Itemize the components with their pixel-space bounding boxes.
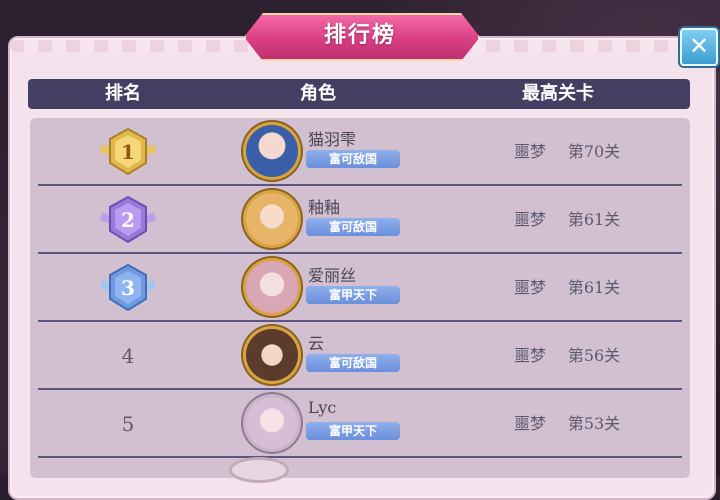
table-row[interactable]: 4 云 富可敌国 噩梦 第56关: [30, 322, 690, 390]
page-title: 排行榜: [323, 22, 396, 48]
stage-mode: 噩梦: [513, 278, 546, 297]
rank-number: 4: [121, 344, 135, 368]
stage-mode: 噩梦: [513, 414, 546, 433]
table-row[interactable]: 2 釉釉 富可敌国 噩梦 第61关: [30, 186, 690, 254]
player-name: Lyc: [308, 398, 337, 417]
avatar[interactable]: [246, 329, 298, 381]
table-row[interactable]: 5 Lyc 富甲天下 噩梦 第53关: [30, 390, 690, 458]
rank-number: 5: [121, 412, 135, 436]
player-name: 爱丽丝: [308, 266, 357, 285]
stage-mode: 噩梦: [513, 346, 546, 365]
gold-medal-icon: 1: [100, 127, 156, 176]
title-badge: 富可敌国: [306, 150, 400, 168]
title-badge: 富甲天下: [306, 286, 400, 304]
header-stage: 最高关卡: [522, 83, 594, 104]
title-badge: 富可敌国: [306, 354, 400, 372]
next-row-avatar-peek: [232, 460, 286, 480]
title-badge: 富可敌国: [306, 218, 400, 236]
table-row[interactable]: 3 爱丽丝 富甲天下 噩梦 第61关: [30, 254, 690, 322]
rank-number: 2: [121, 208, 135, 232]
stage-mode: 噩梦: [513, 142, 546, 161]
avatar[interactable]: [246, 193, 298, 245]
ranking-list[interactable]: 1 猫羽雫 富可敌国 噩梦 第70关 2 釉釉 富可敌国 噩梦 第61关 3 爱…: [30, 118, 690, 478]
stage-level: 第53关: [567, 414, 621, 433]
stage-level: 第56关: [567, 346, 621, 365]
purple-medal-icon: 2: [100, 195, 156, 244]
stage-mode: 噩梦: [513, 210, 546, 229]
table-row[interactable]: 1 猫羽雫 富可敌国 噩梦 第70关: [30, 118, 690, 186]
stage-level: 第70关: [567, 142, 621, 161]
player-name: 釉釉: [308, 198, 341, 217]
table-header: 排名 角色 最高关卡: [28, 79, 690, 109]
close-button[interactable]: ✕: [680, 28, 718, 66]
avatar[interactable]: [246, 397, 298, 449]
row-divider: [38, 456, 682, 458]
player-name: 云: [308, 334, 325, 353]
stage-level: 第61关: [567, 210, 621, 229]
stage-level: 第61关: [567, 278, 621, 297]
header-rank: 排名: [105, 83, 141, 104]
avatar[interactable]: [246, 125, 298, 177]
title-badge: 富甲天下: [306, 422, 400, 440]
blue-medal-icon: 3: [100, 263, 156, 312]
rank-number: 1: [121, 140, 135, 164]
rank-number: 3: [121, 276, 135, 300]
header-role: 角色: [300, 83, 336, 104]
avatar[interactable]: [246, 261, 298, 313]
player-name: 猫羽雫: [308, 130, 357, 149]
